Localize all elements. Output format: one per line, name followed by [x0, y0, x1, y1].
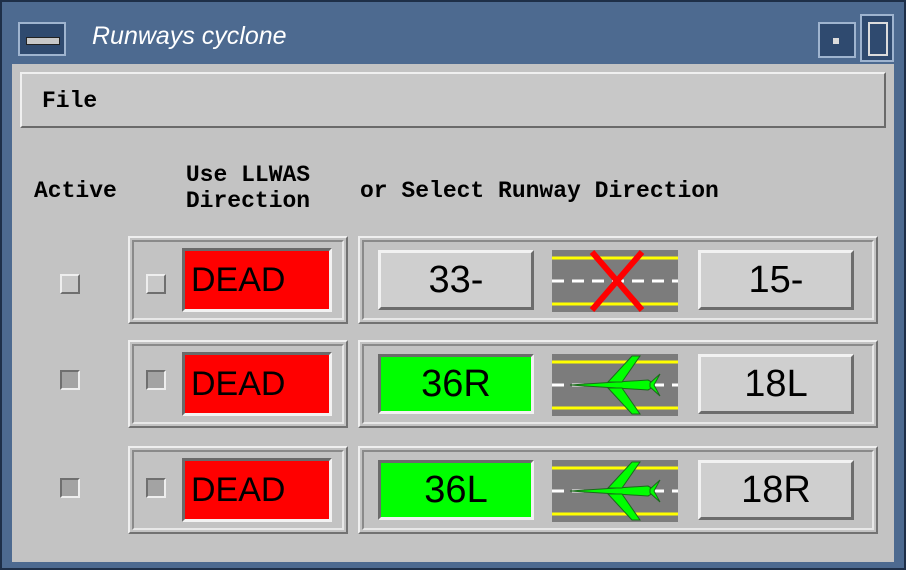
- active-checkbox[interactable]: [60, 370, 80, 390]
- aircraft-on-runway-icon: [552, 460, 678, 522]
- menu-bar: File: [20, 72, 886, 128]
- llwas-status: DEAD: [182, 248, 332, 312]
- llwas-checkbox[interactable]: [146, 478, 166, 498]
- direction-button-right[interactable]: 18L: [698, 354, 854, 414]
- llwas-status: DEAD: [182, 352, 332, 416]
- header-use-llwas: Use LLWAS Direction: [185, 162, 311, 214]
- active-checkbox[interactable]: [60, 274, 80, 294]
- maximize-button[interactable]: [860, 14, 894, 62]
- title-bar[interactable]: Runways cyclone: [12, 10, 894, 64]
- active-checkbox[interactable]: [60, 478, 80, 498]
- llwas-status: DEAD: [182, 458, 332, 522]
- direction-button-left[interactable]: 36R: [378, 354, 534, 414]
- direction-button-left[interactable]: 36L: [378, 460, 534, 520]
- menu-file[interactable]: File: [42, 88, 97, 114]
- runway-closed-x-icon: [552, 250, 678, 312]
- direction-button-left[interactable]: 33-: [378, 250, 534, 310]
- llwas-checkbox[interactable]: [146, 370, 166, 390]
- header-select-direction: or Select Runway Direction: [360, 178, 719, 204]
- runways-window: Runways cyclone File Active Use LLWAS Di…: [0, 0, 906, 570]
- minimize-button[interactable]: [818, 22, 856, 58]
- window-title: Runways cyclone: [92, 22, 287, 50]
- aircraft-on-runway-icon: [552, 354, 678, 416]
- direction-button-right[interactable]: 15-: [698, 250, 854, 310]
- llwas-checkbox[interactable]: [146, 274, 166, 294]
- client-area: File Active Use LLWAS Direction or Selec…: [12, 64, 894, 562]
- header-active: Active: [34, 178, 117, 204]
- direction-button-right[interactable]: 18R: [698, 460, 854, 520]
- window-menu-button[interactable]: [18, 22, 66, 56]
